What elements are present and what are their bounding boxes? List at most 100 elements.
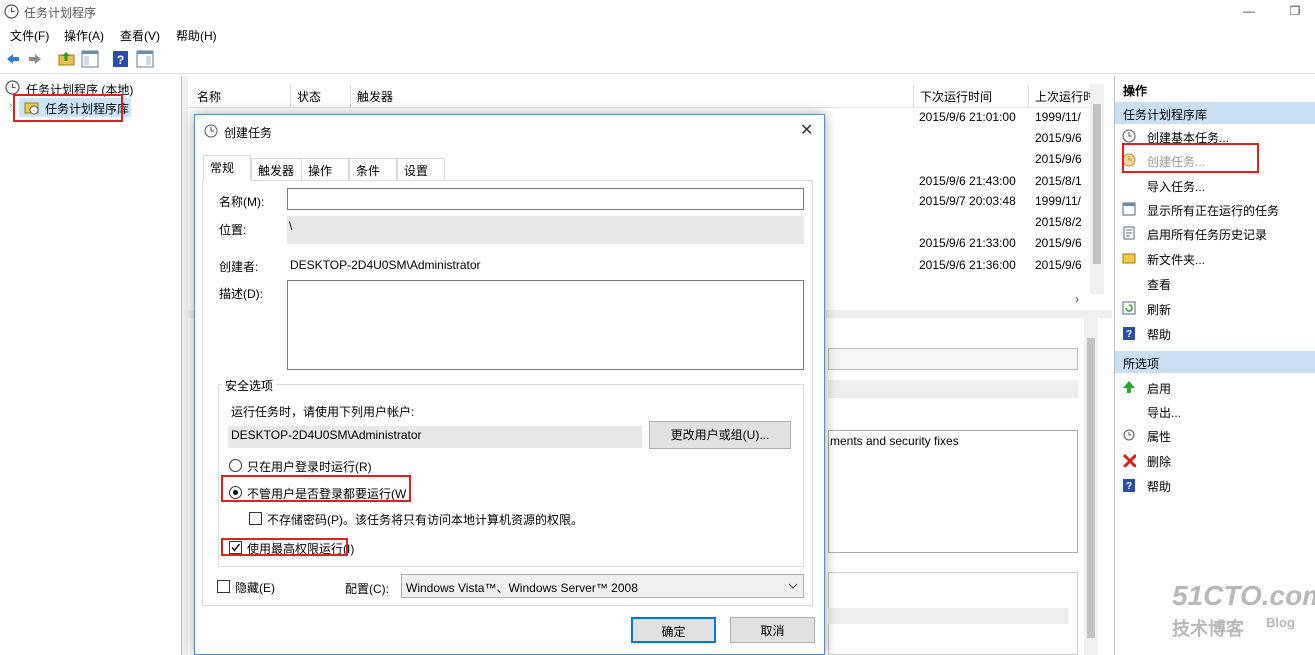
properties-icon	[1123, 429, 1135, 441]
last-run-column: 1999/11/ 2015/9/6 2015/9/6 2015/8/1 1999…	[1035, 108, 1089, 278]
tab-conditions[interactable]: 条件	[349, 158, 397, 180]
help-icon[interactable]: ?	[112, 50, 129, 68]
highlight-box	[221, 538, 348, 556]
no-store-password-label: 不存储密码(P)。该任务将只有访问本地计算机资源的权限。	[267, 513, 583, 527]
menu-help[interactable]: 帮助(H)	[176, 27, 217, 44]
next-run-cell: 2015/9/6 21:33:00	[919, 236, 1016, 250]
minimize-button[interactable]: —	[1235, 2, 1263, 20]
window-title: 任务计划程序	[24, 6, 97, 20]
radio-logged-on-only[interactable]	[229, 459, 242, 472]
description-input[interactable]	[287, 280, 804, 370]
svg-text:?: ?	[1126, 329, 1132, 340]
configure-select-value: Windows Vista™、Windows Server™ 2008	[406, 581, 638, 595]
restore-button[interactable]: ❐	[1281, 2, 1309, 20]
checkbox-no-store-password[interactable]	[249, 512, 262, 525]
next-run-cell: 2015/9/6 21:01:00	[919, 110, 1016, 124]
detail-field	[828, 348, 1078, 370]
last-run-cell: 2015/9/6	[1035, 131, 1082, 145]
last-run-cell: 1999/11/	[1035, 194, 1081, 208]
tab-general[interactable]: 常规	[203, 155, 251, 181]
show-hide-tree-icon[interactable]	[81, 50, 99, 68]
last-run-cell: 2015/9/6	[1035, 236, 1082, 250]
location-label: 位置:	[219, 223, 247, 237]
last-run-cell: 2015/9/6	[1035, 258, 1082, 272]
actions-header: 操作	[1123, 84, 1148, 98]
refresh-icon	[1122, 301, 1136, 315]
radio-logged-on-only-label: 只在用户登录时运行(R)	[247, 460, 372, 474]
checkbox-hidden[interactable]	[217, 580, 230, 593]
table-scrollbar[interactable]	[1090, 84, 1104, 294]
tab-triggers[interactable]: 触发器	[251, 158, 303, 180]
help-icon: ?	[1123, 327, 1135, 340]
menu-action[interactable]: 操作(A)	[64, 27, 104, 44]
column-header-next-run[interactable]: 下次运行时间	[914, 85, 1029, 107]
close-icon[interactable]: ✕	[800, 120, 813, 140]
next-run-cell: 2015/9/7 20:03:48	[919, 194, 1016, 208]
detail-text: ments and security fixes	[830, 434, 959, 448]
menu-view[interactable]: 查看(V)	[120, 27, 160, 44]
history-icon	[1123, 226, 1135, 240]
highlight-box	[221, 475, 411, 502]
folder-up-icon[interactable]	[58, 50, 75, 67]
configure-label: 配置(C):	[345, 582, 389, 596]
column-header-last-run[interactable]: 上次运行时	[1029, 85, 1099, 107]
tab-settings[interactable]: 设置	[397, 158, 445, 180]
run-as-value: DESKTOP-2D4U0SM\Administrator	[231, 428, 422, 442]
watermark-blog: Blog	[1266, 615, 1295, 630]
configure-select[interactable]: Windows Vista™、Windows Server™ 2008	[401, 574, 804, 598]
svg-text:?: ?	[1126, 481, 1132, 492]
dialog-title: 创建任务	[224, 126, 273, 140]
actions-section-selected[interactable]: 所选项	[1115, 351, 1315, 373]
tab-actions[interactable]: 操作	[301, 158, 349, 180]
create-basic-task-icon	[1122, 129, 1136, 143]
location-field	[287, 216, 804, 244]
cancel-button[interactable]: 取消	[730, 617, 815, 643]
next-run-cell: 2015/9/6 21:43:00	[919, 174, 1016, 188]
last-run-cell: 2015/8/1	[1035, 174, 1082, 188]
next-run-cell: 2015/9/6 21:36:00	[919, 258, 1016, 272]
name-label: 名称(M):	[219, 195, 265, 209]
menu-file[interactable]: 文件(F)	[10, 27, 49, 44]
hidden-label: 隐藏(E)	[235, 581, 275, 595]
toolbar	[0, 46, 1315, 74]
forward-icon[interactable]	[27, 51, 43, 67]
detail-row	[828, 608, 1068, 624]
chevron-right-icon[interactable]: ›	[9, 100, 12, 111]
description-label: 描述(D):	[219, 287, 263, 301]
author-label: 创建者:	[219, 260, 259, 274]
ok-button[interactable]: 确定	[631, 617, 716, 643]
highlight-box	[1122, 143, 1259, 173]
actions-section-library[interactable]: 任务计划程序库	[1115, 102, 1315, 124]
clock-icon	[204, 124, 218, 138]
location-value: \	[289, 219, 293, 233]
delete-icon	[1122, 453, 1136, 467]
highlight-box	[13, 94, 123, 122]
run-as-label: 运行任务时，请使用下列用户帐户:	[231, 405, 415, 419]
title-bar: 任务计划程序 — ❐	[0, 0, 1315, 24]
author-value: DESKTOP-2D4U0SM\Administrator	[290, 258, 481, 272]
name-input[interactable]	[287, 188, 804, 210]
clock-icon	[4, 4, 19, 19]
watermark-sub: 技术博客	[1172, 619, 1244, 639]
svg-text:?: ?	[117, 53, 124, 67]
navigation-tree	[0, 76, 182, 655]
change-user-button[interactable]: 更改用户或组(U)...	[649, 421, 791, 449]
help-icon: ?	[1123, 479, 1135, 492]
security-group-title: 安全选项	[222, 377, 277, 394]
watermark-brand: 51CTO.com	[1172, 580, 1315, 611]
properties-icon[interactable]	[136, 50, 154, 68]
chevron-right-icon[interactable]: ›	[1075, 292, 1079, 306]
running-tasks-icon	[1122, 202, 1136, 216]
back-icon[interactable]	[5, 51, 21, 67]
detail-scrollbar[interactable]	[1084, 318, 1098, 655]
enable-icon	[1123, 381, 1135, 393]
last-run-cell: 2015/8/2	[1035, 215, 1082, 229]
last-run-cell: 2015/9/6	[1035, 152, 1082, 166]
column-header-name[interactable]: 名称	[191, 85, 291, 107]
column-header-status[interactable]: 状态	[291, 85, 351, 107]
last-run-cell: 1999/11/	[1035, 110, 1081, 124]
folder-icon	[1122, 253, 1136, 264]
column-header-trigger[interactable]: 触发器	[351, 85, 914, 107]
chevron-down-icon	[788, 583, 798, 589]
detail-bar	[828, 380, 1078, 398]
